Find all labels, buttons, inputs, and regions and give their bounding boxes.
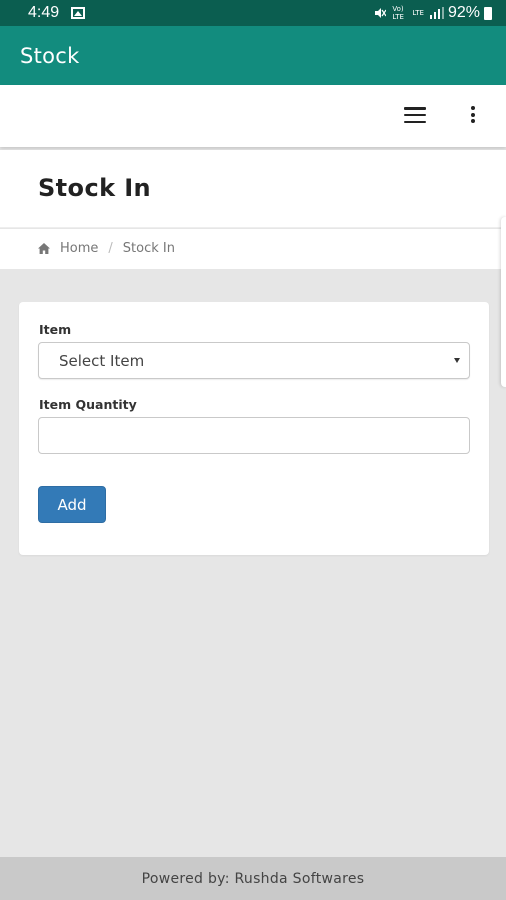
breadcrumb-separator: /: [108, 241, 113, 256]
item-quantity-input[interactable]: [38, 417, 470, 454]
add-button[interactable]: Add: [38, 486, 106, 523]
system-icons: Vo) LTE LTE: [374, 5, 444, 21]
dropdown-caret-icon: [454, 358, 460, 363]
mute-icon: [375, 8, 387, 18]
top-navigation: [0, 85, 506, 147]
battery-icon: [484, 6, 492, 20]
footer: Powered by: Rushda Softwares: [0, 857, 506, 900]
footer-text: Powered by: Rushda Softwares: [141, 870, 365, 887]
network-volte-label: Vo) LTE: [392, 5, 404, 21]
status-bar: 4:49 Vo) LTE LTE 92%: [0, 0, 506, 26]
item-select[interactable]: Select Item: [38, 342, 470, 379]
page-header: Stock In: [0, 150, 506, 228]
side-drawer-handle[interactable]: [501, 217, 506, 387]
app-title: Stock: [20, 43, 80, 68]
image-icon: [71, 7, 86, 19]
item-label: Item: [39, 322, 72, 337]
hamburger-menu-icon[interactable]: [404, 107, 426, 125]
breadcrumb-home-link[interactable]: Home: [60, 241, 98, 256]
breadcrumb-bar: Home / Stock In: [0, 229, 506, 269]
item-select-value: Select Item: [59, 352, 145, 370]
page-title: Stock In: [38, 174, 152, 202]
network-lte-label: LTE: [412, 9, 424, 17]
app-bar: Stock: [0, 26, 506, 85]
signal-icon: [429, 7, 444, 19]
home-icon: [38, 243, 50, 254]
battery-percentage: 92%: [447, 4, 480, 21]
item-quantity-label: Item Quantity: [39, 397, 137, 412]
breadcrumb: Home / Stock In: [38, 241, 175, 256]
stock-in-form: Item Select Item Item Quantity Add: [19, 302, 489, 555]
breadcrumb-current: Stock In: [122, 241, 175, 256]
status-time: 4:49: [28, 4, 60, 21]
overflow-menu-icon[interactable]: [468, 106, 478, 126]
